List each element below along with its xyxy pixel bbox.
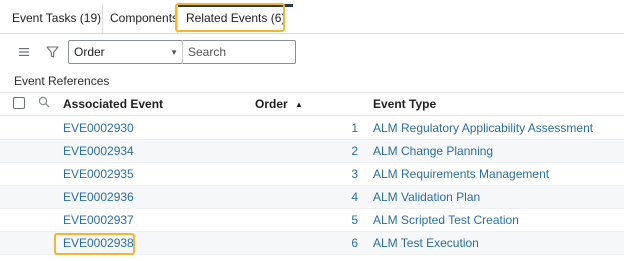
search-field-value: Order (74, 45, 105, 59)
filter-icon[interactable] (46, 44, 62, 60)
order-value[interactable]: 1 (351, 121, 358, 135)
chevron-down-icon: ▼ (170, 48, 178, 57)
order-value[interactable]: 5 (351, 213, 358, 227)
search-icon[interactable] (38, 96, 50, 111)
highlight-callout (175, 3, 285, 32)
associated-event-link[interactable]: EVE0002934 (63, 144, 134, 158)
select-all-checkbox[interactable] (13, 97, 25, 109)
table-header: Associated Event Order ▲ Event Type (0, 92, 624, 116)
order-value[interactable]: 3 (351, 167, 358, 181)
event-type-value[interactable]: ALM Validation Plan (373, 190, 480, 204)
column-header-associated-event[interactable]: Associated Event (63, 97, 163, 111)
highlight-callout (54, 233, 135, 255)
event-type-value[interactable]: ALM Regulatory Applicability Assessment (373, 121, 593, 135)
table-row: EVE0002937 5 ALM Scripted Test Creation (0, 209, 624, 232)
column-header-order[interactable]: Order ▲ (255, 97, 303, 111)
associated-event-link[interactable]: EVE0002937 (63, 213, 134, 227)
hamburger-icon[interactable] (19, 44, 35, 60)
order-value[interactable]: 2 (351, 144, 358, 158)
event-type-value[interactable]: ALM Test Execution (373, 236, 479, 250)
associated-event-link[interactable]: EVE0002936 (63, 190, 134, 204)
table-row: EVE0002935 3 ALM Requirements Management (0, 163, 624, 186)
list-toolbar: Order ▼ (0, 35, 624, 69)
order-value[interactable]: 4 (351, 190, 358, 204)
table-row: EVE0002934 2 ALM Change Planning (0, 140, 624, 163)
event-type-value[interactable]: ALM Scripted Test Creation (373, 213, 519, 227)
event-type-value[interactable]: ALM Change Planning (373, 144, 493, 158)
order-value[interactable]: 6 (351, 236, 358, 250)
sort-ascending-icon: ▲ (295, 100, 303, 109)
tab-components[interactable]: Components (102, 4, 186, 33)
column-header-event-type[interactable]: Event Type (373, 97, 436, 111)
associated-event-link[interactable]: EVE0002935 (63, 167, 134, 181)
associated-event-link[interactable]: EVE0002930 (63, 121, 134, 135)
search-field-select[interactable]: Order ▼ (68, 40, 183, 64)
section-title: Event References (14, 74, 110, 88)
table-row: EVE0002936 4 ALM Validation Plan (0, 186, 624, 209)
tab-event-tasks[interactable]: Event Tasks (19) (4, 4, 109, 33)
table-row: EVE0002930 1 ALM Regulatory Applicabilit… (0, 117, 624, 140)
event-type-value[interactable]: ALM Requirements Management (373, 167, 549, 181)
search-input[interactable] (182, 40, 296, 64)
column-header-order-label: Order (255, 97, 288, 111)
tab-bar: Event Tasks (19) Components Related Even… (0, 0, 624, 34)
